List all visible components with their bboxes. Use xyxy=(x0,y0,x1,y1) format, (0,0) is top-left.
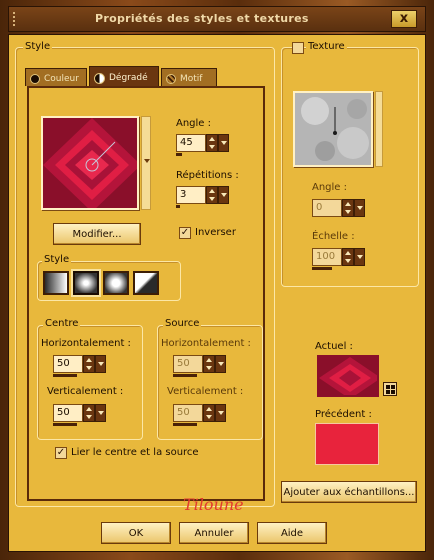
centre-v-value[interactable]: 50 xyxy=(53,404,83,422)
tab-degrade[interactable]: Dégradé xyxy=(89,66,159,86)
angle-value[interactable]: 45 xyxy=(176,134,206,152)
texture-angle-spinner: 0 xyxy=(312,199,365,217)
sunburst-style-button[interactable] xyxy=(133,271,159,295)
centre-h-spinner[interactable]: 50 xyxy=(53,355,106,377)
window-frame: Propriétés des styles et textures x Styl… xyxy=(0,0,434,560)
source-h-stepper-icon xyxy=(203,355,215,373)
actuel-label: Actuel : xyxy=(315,341,353,352)
echelle-stepper-icon xyxy=(342,248,354,266)
gradient-preview[interactable] xyxy=(41,116,139,210)
texture-checkbox[interactable] xyxy=(292,42,304,54)
dialog-body: Style Couleur Dégradé Motif Angle: 45 R… xyxy=(8,34,426,552)
ajouter-echantillons-button[interactable]: Ajouter aux échantillons... xyxy=(281,481,417,503)
gradient-dropdown-icon[interactable] xyxy=(141,116,151,210)
centre-h-dropdown-icon[interactable] xyxy=(95,355,106,373)
angle-dropdown-icon[interactable] xyxy=(218,134,229,152)
texture-label: Texture xyxy=(306,41,347,52)
link-checkbox[interactable]: ✓ xyxy=(55,447,67,459)
angle-spinner[interactable]: 45 xyxy=(176,134,229,156)
centre-h-slider-bar[interactable] xyxy=(53,374,77,377)
source-v-spinner: 50 xyxy=(173,404,226,426)
texture-angle-label: Angle : xyxy=(312,182,348,193)
source-v-stepper-icon xyxy=(203,404,215,422)
window-title: Propriétés des styles et textures xyxy=(95,12,309,25)
source-h-spinner: 50 xyxy=(173,355,226,377)
centre-h-stepper-icon[interactable] xyxy=(83,355,95,373)
echelle-label: Échelle : xyxy=(312,231,355,242)
gradient-icon xyxy=(94,72,105,84)
source-v-label: Verticalement : xyxy=(167,386,244,397)
centre-v-spinner[interactable]: 50 xyxy=(53,404,106,426)
echelle-slider-bar xyxy=(312,267,332,270)
gradient-tab-panel: Angle : 45 Répétitions : 3 Modifier... ✓… xyxy=(27,86,265,501)
style-type-label: Style xyxy=(42,254,72,265)
modifier-button[interactable]: Modifier... xyxy=(53,223,141,245)
centre-v-dropdown-icon[interactable] xyxy=(95,404,106,422)
pattern-icon xyxy=(166,74,176,84)
actuel-swatch[interactable] xyxy=(317,355,379,397)
centre-v-stepper-icon[interactable] xyxy=(83,404,95,422)
source-v-slider-bar xyxy=(173,423,197,426)
source-h-slider-bar xyxy=(173,374,197,377)
linear-style-button[interactable] xyxy=(43,271,69,295)
centre-label: Centre xyxy=(43,318,81,329)
tab-motif-label: Motif xyxy=(180,74,203,84)
source-v-value: 50 xyxy=(173,404,203,422)
repetitions-stepper-icon[interactable] xyxy=(206,186,218,204)
texture-angle-dropdown-icon xyxy=(354,199,365,217)
centre-v-label: Verticalement : xyxy=(47,386,124,397)
source-h-value: 50 xyxy=(173,355,203,373)
angle-stepper-icon[interactable] xyxy=(206,134,218,152)
ok-button[interactable]: OK xyxy=(101,522,171,544)
texture-preview[interactable] xyxy=(293,91,373,167)
texture-preview-graphic xyxy=(295,93,371,165)
tab-degrade-label: Dégradé xyxy=(109,73,148,83)
watermark-signature: Tiloune xyxy=(183,495,244,514)
source-label: Source xyxy=(163,318,202,329)
repetitions-dropdown-icon[interactable] xyxy=(218,186,229,204)
centre-h-value[interactable]: 50 xyxy=(53,355,83,373)
aide-button[interactable]: Aide xyxy=(257,522,327,544)
repetitions-value[interactable]: 3 xyxy=(176,186,206,204)
source-v-dropdown-icon xyxy=(215,404,226,422)
swap-icon[interactable] xyxy=(383,382,397,396)
rectangular-style-button[interactable] xyxy=(73,271,99,295)
style-group-label: Style xyxy=(23,41,53,52)
gradient-preview-graphic xyxy=(43,118,137,208)
echelle-value: 100 xyxy=(312,248,342,266)
centre-v-slider-bar[interactable] xyxy=(53,423,77,426)
texture-angle-value: 0 xyxy=(312,199,342,217)
radial-style-button[interactable] xyxy=(103,271,129,295)
source-h-label: Horizontalement : xyxy=(161,338,251,349)
precedent-label: Précédent : xyxy=(315,409,372,420)
angle-slider-bar[interactable] xyxy=(176,153,182,156)
close-button[interactable]: x xyxy=(391,10,417,28)
source-h-dropdown-icon xyxy=(215,355,226,373)
repetitions-label: Répétitions : xyxy=(176,170,239,181)
repetitions-slider-bar[interactable] xyxy=(176,205,180,208)
link-label: Lier le centre et la source xyxy=(71,447,199,458)
angle-label: Angle : xyxy=(176,118,212,129)
echelle-dropdown-icon xyxy=(354,248,365,266)
palette-icon xyxy=(30,74,40,84)
precedent-swatch[interactable] xyxy=(315,423,379,465)
actuel-graphic xyxy=(319,357,377,395)
tab-couleur-label: Couleur xyxy=(44,74,79,84)
inverser-checkbox[interactable]: ✓ xyxy=(179,227,191,239)
centre-h-label: Horizontalement : xyxy=(41,338,131,349)
tab-motif[interactable]: Motif xyxy=(161,68,217,86)
annuler-button[interactable]: Annuler xyxy=(179,522,249,544)
texture-dropdown-icon[interactable] xyxy=(375,91,383,167)
inverser-label: Inverser xyxy=(195,227,236,238)
repetitions-spinner[interactable]: 3 xyxy=(176,186,229,208)
echelle-spinner: 100 xyxy=(312,248,365,270)
grip-icon xyxy=(13,12,23,26)
tab-couleur[interactable]: Couleur xyxy=(25,68,87,86)
texture-angle-stepper-icon xyxy=(342,199,354,217)
title-bar[interactable]: Propriétés des styles et textures x xyxy=(8,6,426,32)
